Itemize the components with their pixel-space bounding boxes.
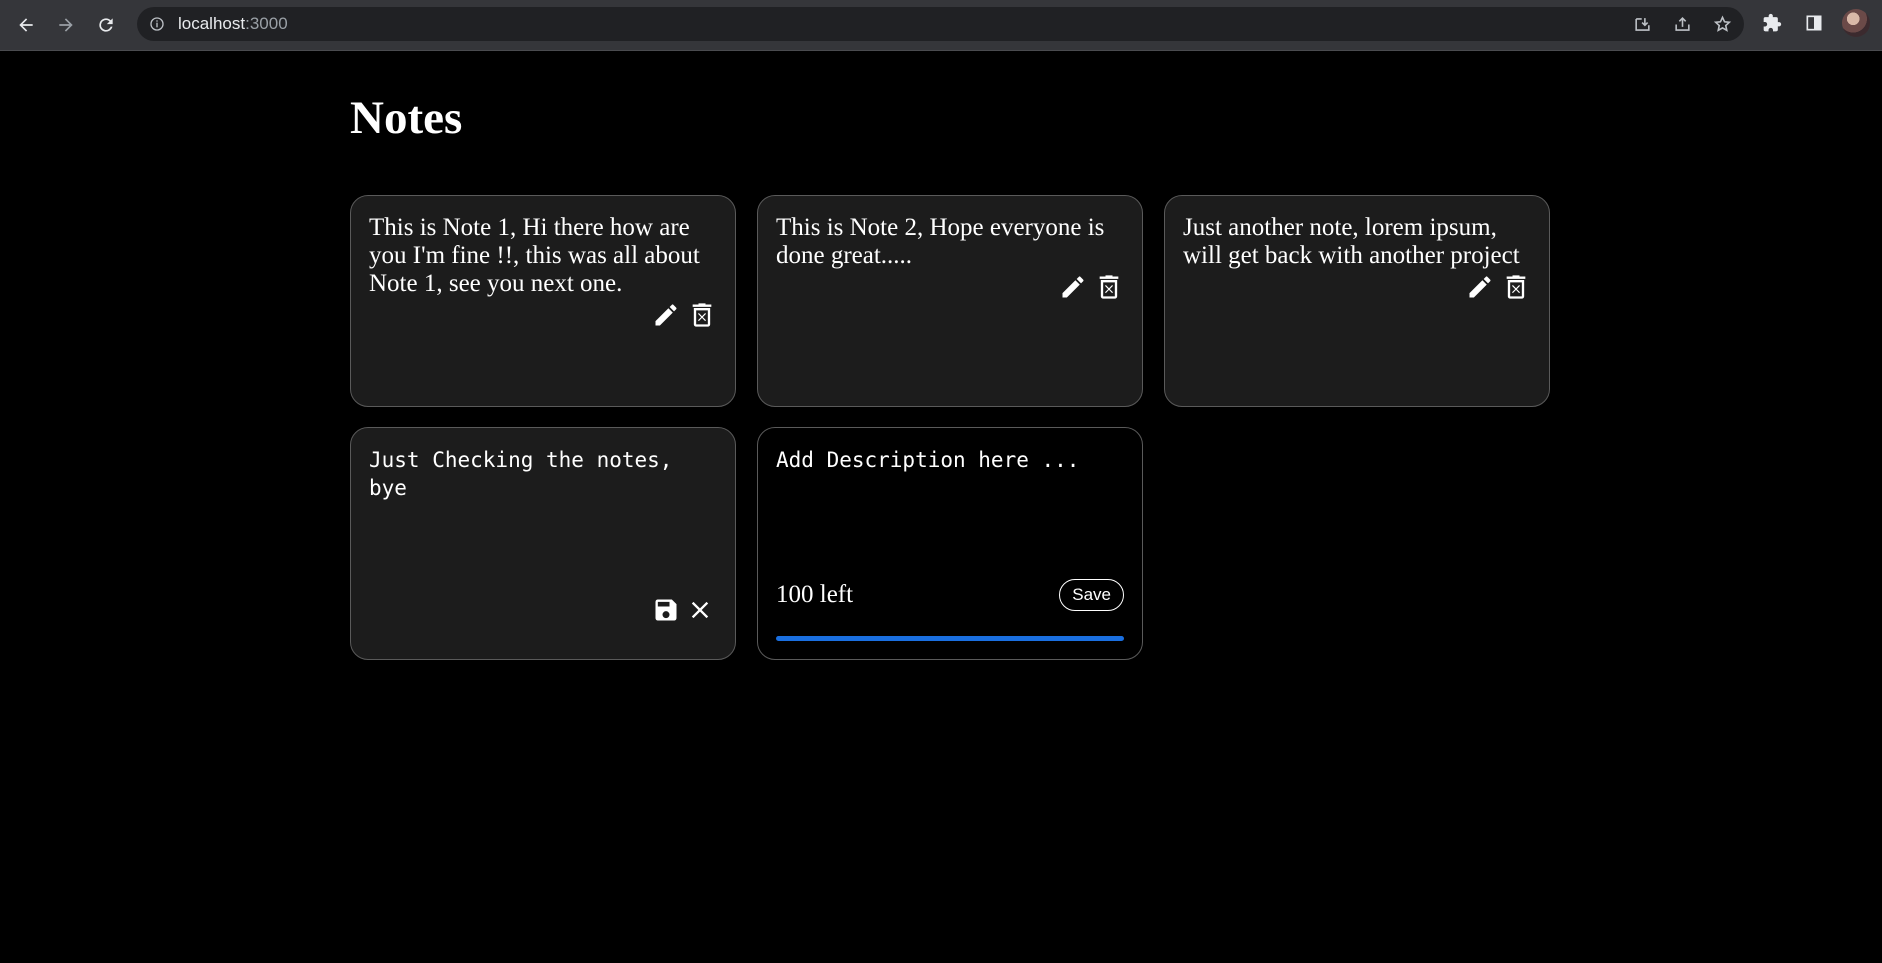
install-icon	[1634, 17, 1650, 31]
address-bar[interactable]: localhost:3000	[137, 7, 1744, 41]
page-title: Notes	[350, 92, 463, 144]
delete-button[interactable]	[1501, 272, 1531, 302]
characters-left: 100 left	[776, 581, 854, 608]
toolbar-right	[1758, 9, 1870, 37]
nav-buttons	[10, 9, 122, 41]
reload-button[interactable]	[90, 9, 122, 41]
note-card-editing	[350, 427, 736, 660]
reload-icon	[99, 18, 113, 32]
pencil-icon	[1062, 276, 1084, 298]
url-text: localhost:3000	[178, 14, 288, 34]
note-text: This is Note 2, Hope everyone is done gr…	[776, 214, 1105, 269]
address-bar-actions	[1630, 7, 1734, 41]
delete-button[interactable]	[1094, 272, 1124, 302]
characters-progress-fill	[776, 636, 1124, 641]
bookmark-button[interactable]	[1710, 12, 1734, 36]
share-button[interactable]	[1670, 12, 1694, 36]
browser-toolbar: localhost:3000	[0, 0, 1882, 51]
forward-arrow-icon	[59, 18, 73, 32]
floppy-disk-icon	[655, 599, 677, 621]
trash-icon	[1099, 275, 1119, 299]
new-note-textarea[interactable]	[776, 446, 1124, 566]
trash-icon	[692, 303, 712, 327]
side-panel-button[interactable]	[1800, 9, 1828, 37]
trash-icon	[1506, 275, 1526, 299]
side-panel-icon	[1806, 15, 1822, 31]
install-app-button[interactable]	[1630, 12, 1654, 36]
note-actions	[369, 300, 717, 330]
star-icon	[1713, 14, 1731, 32]
note-text: Just another note, lorem ipsum, will get…	[1183, 214, 1520, 269]
edit-note-textarea[interactable]	[369, 446, 717, 566]
back-arrow-icon	[19, 18, 33, 32]
close-icon	[691, 601, 709, 619]
site-info-icon[interactable]	[148, 15, 166, 33]
note-card: Just another note, lorem ipsum, will get…	[1164, 195, 1550, 407]
new-note-card: 100 left Save	[757, 427, 1143, 660]
pencil-icon	[655, 304, 677, 326]
notes-grid: This is Note 1, Hi there how are you I'm…	[350, 195, 1550, 660]
note-card: This is Note 2, Hope everyone is done gr…	[757, 195, 1143, 407]
edit-button[interactable]	[1465, 272, 1495, 302]
note-actions	[1183, 272, 1531, 302]
save-edit-button[interactable]	[651, 595, 681, 625]
forward-button[interactable]	[50, 9, 82, 41]
edit-button[interactable]	[651, 300, 681, 330]
note-card: This is Note 1, Hi there how are you I'm…	[350, 195, 736, 407]
puzzle-icon	[1763, 13, 1782, 32]
new-note-footer: 100 left Save	[776, 579, 1124, 611]
back-button[interactable]	[10, 9, 42, 41]
note-text: This is Note 1, Hi there how are you I'm…	[369, 214, 700, 297]
url-host: localhost	[178, 14, 246, 33]
pencil-icon	[1469, 276, 1491, 298]
extensions-button[interactable]	[1758, 9, 1786, 37]
save-button[interactable]: Save	[1059, 579, 1124, 611]
url-port: :3000	[245, 14, 288, 33]
delete-button[interactable]	[687, 300, 717, 330]
cancel-edit-button[interactable]	[685, 595, 715, 625]
note-actions	[776, 272, 1124, 302]
edit-note-actions	[651, 595, 715, 625]
edit-button[interactable]	[1058, 272, 1088, 302]
characters-progress-bar	[776, 636, 1124, 641]
share-icon	[1674, 16, 1690, 31]
profile-avatar[interactable]	[1842, 9, 1870, 37]
